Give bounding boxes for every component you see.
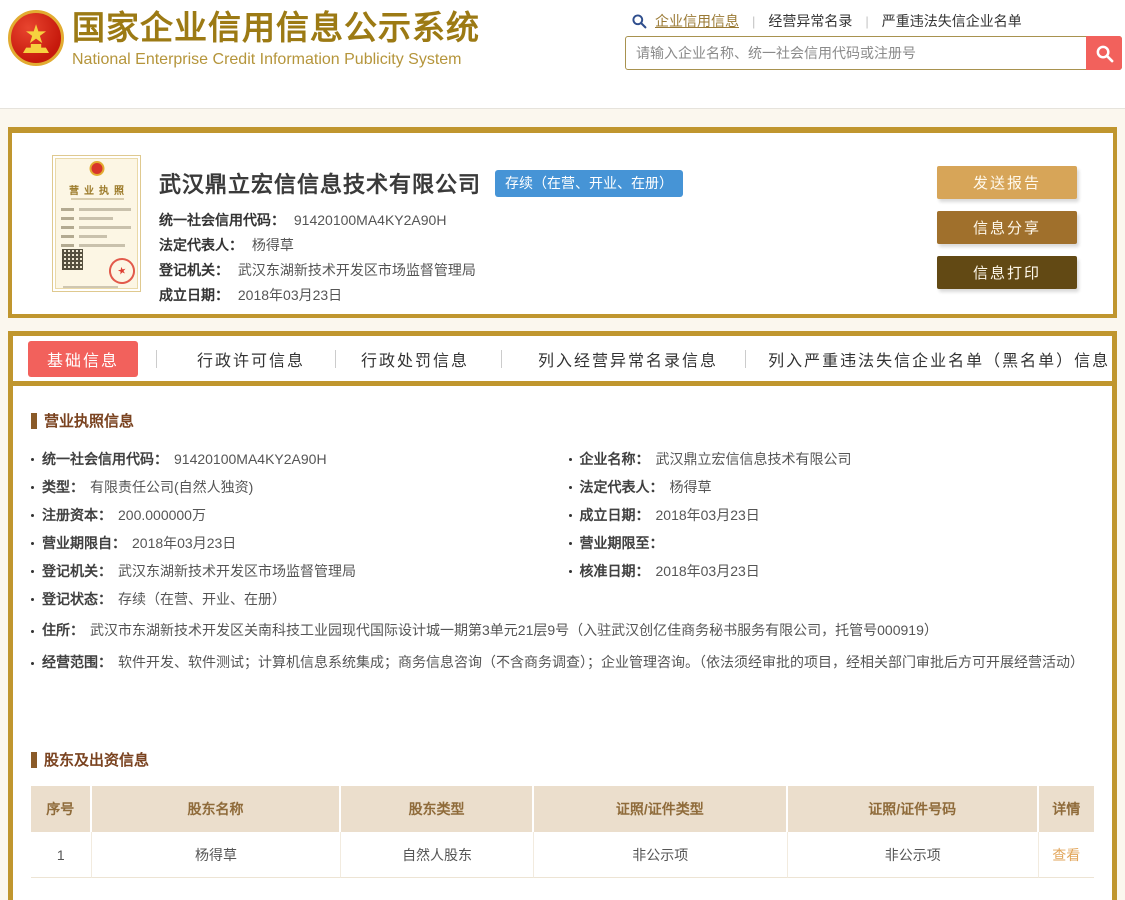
tab-basic-info[interactable]: 基础信息: [28, 340, 139, 377]
status-badge: 存续（在营、开业、在册）: [495, 169, 684, 197]
basic-info-content: 营业执照信息 统一社会信用代码： 91420100MA4KY2A90H 企业名称：…: [13, 386, 1112, 878]
col-header-no: 序号: [31, 786, 92, 832]
cell-shareholder-name: 杨得草: [91, 832, 342, 878]
field-establish-date: 成立日期： 2018年03月23日: [568, 501, 1095, 529]
license-text-line: [79, 226, 131, 229]
license-text-line: [61, 226, 74, 229]
nav-separator: |: [865, 13, 869, 29]
col-header-shareholder-name: 股东名称: [91, 786, 342, 832]
page-header: ★ 国家企业信用信息公示系统 National Enterprise Credi…: [0, 0, 1125, 109]
search-bar: [625, 36, 1122, 70]
search-button[interactable]: [1086, 36, 1122, 70]
field-company-type: 类型： 有限责任公司(自然人独资): [31, 473, 557, 501]
license-text-line: [79, 244, 125, 247]
col-header-detail: 详情: [1038, 786, 1094, 832]
col-header-cert-no: 证照/证件号码: [787, 786, 1039, 832]
tab-bar: 基础信息 行政许可信息 行政处罚信息 列入经营异常名录信息 列入严重违法失信企业…: [13, 336, 1112, 386]
site-titles: 国家企业信用信息公示系统 National Enterprise Credit …: [72, 6, 480, 69]
header-search-area: 企业信用信息 | 经营异常名录 | 严重违法失信企业名单: [625, 10, 1122, 70]
license-fields-grid: 统一社会信用代码： 91420100MA4KY2A90H 企业名称： 武汉鼎立宏信信…: [31, 445, 1094, 677]
col-header-shareholder-type: 股东类型: [341, 786, 534, 832]
license-footer-line: [63, 286, 118, 288]
license-red-seal: ★: [106, 255, 138, 287]
print-info-button[interactable]: 信息打印: [937, 256, 1077, 289]
license-text-line: [79, 235, 107, 238]
license-text-line: [61, 208, 74, 211]
share-info-button[interactable]: 信息分享: [937, 211, 1077, 244]
license-title: 营业执照: [69, 186, 129, 197]
cell-cert-type: 非公示项: [533, 832, 788, 878]
license-text-line: [61, 244, 74, 247]
field-registration-status: 登记状态： 存续（在营、开业、在册）: [31, 585, 557, 613]
tab-blacklist[interactable]: 列入严重违法失信企业名单（黑名单）信息: [768, 347, 1110, 371]
search-type-nav: 企业信用信息 | 经营异常名录 | 严重违法失信企业名单: [625, 10, 1122, 32]
card-field-registration-authority: 登记机关： 武汉东湖新技术开发区市场监督管理局: [159, 262, 476, 278]
section-title-bar-icon: [31, 412, 37, 429]
business-license-thumbnail: 营业执照 ★: [52, 155, 141, 292]
detail-panel: 基础信息 行政许可信息 行政处罚信息 列入经营异常名录信息 列入严重违法失信企业…: [8, 331, 1117, 900]
nav-link-enterprise-credit[interactable]: 企业信用信息: [655, 11, 739, 31]
company-summary-card: 营业执照 ★ 武汉鼎立宏信信息技术有限公司 存续（在营、开业、在册） 统一社会信…: [8, 127, 1117, 318]
card-action-buttons: 发送报告 信息分享 信息打印: [937, 166, 1077, 301]
cell-shareholder-type: 自然人股东: [341, 832, 534, 878]
search-input[interactable]: [625, 36, 1122, 70]
search-button-icon: [1096, 45, 1113, 62]
emblem-star-icon: ★: [24, 19, 48, 49]
field-business-scope: 经营范围： 软件开发、软件测试；计算机信息系统集成；商务信息咨询（不含商务调查）；…: [31, 649, 1094, 677]
nav-link-abnormal-list[interactable]: 经营异常名录: [768, 11, 852, 31]
national-emblem-logo: ★: [8, 10, 64, 66]
field-term-from: 营业期限自： 2018年03月23日: [31, 529, 557, 557]
tab-separator: [501, 349, 503, 368]
field-registration-authority: 登记机关： 武汉东湖新技术开发区市场监督管理局: [31, 557, 557, 585]
company-name: 武汉鼎立宏信信息技术有限公司: [159, 172, 482, 197]
section-title-bar-icon: [31, 751, 37, 768]
license-text-line: [79, 208, 131, 211]
grid-spacer: [569, 585, 1095, 613]
field-term-to: 营业期限至：: [568, 529, 1095, 557]
license-section-title-text: 营业执照信息: [44, 413, 135, 430]
tab-abnormal-list[interactable]: 列入经营异常名录信息: [538, 347, 718, 371]
card-field-establish-date: 成立日期： 2018年03月23日: [159, 287, 343, 303]
site-subtitle: National Enterprise Credit Information P…: [72, 51, 462, 68]
license-text-line: [79, 217, 113, 220]
field-legal-rep: 法定代表人： 杨得草: [568, 473, 1095, 501]
field-address: 住所： 武汉市东湖新技术开发区关南科技工业园现代国际设计城一期第3单元21层9号（…: [31, 617, 1094, 645]
cell-cert-no: 非公示项: [787, 832, 1039, 878]
send-report-button[interactable]: 发送报告: [937, 166, 1077, 199]
tab-separator: [156, 349, 158, 368]
search-icon: [632, 14, 647, 29]
cell-row-no: 1: [31, 832, 92, 878]
license-rule: [71, 198, 124, 200]
field-approval-date: 核准日期： 2018年03月23日: [568, 557, 1095, 585]
license-section-title: 营业执照信息: [31, 410, 1094, 431]
tab-admin-penalty[interactable]: 行政处罚信息: [361, 347, 469, 371]
view-detail-link[interactable]: 查看: [1052, 845, 1080, 865]
site-title: 国家企业信用信息公示系统: [72, 9, 480, 46]
field-company-name: 企业名称： 武汉鼎立宏信信息技术有限公司: [568, 445, 1095, 473]
license-qr-code: [62, 249, 83, 270]
shareholder-section: 股东及出资信息 序号 股东名称 股东类型 证照/证件类型 证照/证件号码 详情 …: [31, 749, 1094, 878]
card-field-legal-rep: 法定代表人： 杨得草: [159, 237, 294, 253]
shareholder-table: 序号 股东名称 股东类型 证照/证件类型 证照/证件号码 详情 1 杨得草 自然…: [31, 786, 1094, 878]
license-text-line: [61, 235, 74, 238]
license-text-line: [61, 217, 74, 220]
license-emblem-icon: [89, 161, 104, 176]
tab-separator: [335, 349, 337, 368]
nav-link-illegal-list[interactable]: 严重违法失信企业名单: [882, 11, 1022, 31]
shareholder-section-title-text: 股东及出资信息: [44, 752, 150, 769]
card-field-credit-code: 统一社会信用代码： 91420100MA4KY2A90H: [159, 212, 447, 228]
field-registered-capital: 注册资本： 200.000000万: [31, 501, 557, 529]
field-credit-code: 统一社会信用代码： 91420100MA4KY2A90H: [31, 445, 557, 473]
nav-separator: |: [752, 13, 756, 29]
shareholder-section-title: 股东及出资信息: [31, 749, 1094, 770]
cell-detail: 查看: [1038, 832, 1094, 878]
tab-admin-license[interactable]: 行政许可信息: [197, 347, 305, 371]
tab-separator: [745, 349, 747, 368]
col-header-cert-type: 证照/证件类型: [533, 786, 788, 832]
company-info-block: 武汉鼎立宏信信息技术有限公司 存续（在营、开业、在册） 统一社会信用代码： 91…: [159, 167, 684, 308]
